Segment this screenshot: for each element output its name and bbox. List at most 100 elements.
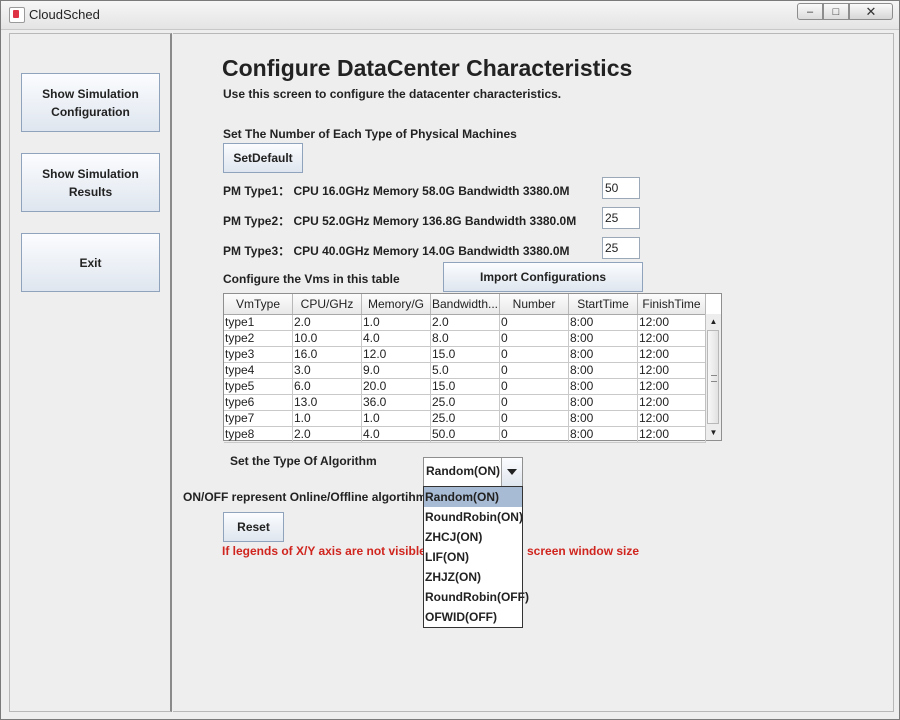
table-cell[interactable]: 15.0: [431, 379, 500, 395]
column-header[interactable]: Memory/G: [362, 294, 431, 314]
show-simulation-configuration-button[interactable]: Show Simulation Configuration: [21, 73, 160, 132]
table-cell[interactable]: 2.0: [293, 315, 362, 331]
table-cell[interactable]: 8:00: [569, 379, 638, 395]
table-cell[interactable]: 4.0: [362, 427, 431, 443]
column-header[interactable]: VmType: [224, 294, 293, 314]
dropdown-arrow-button[interactable]: [501, 458, 522, 486]
table-cell[interactable]: 4.0: [362, 331, 431, 347]
table-cell[interactable]: 12:00: [638, 315, 706, 331]
table-cell[interactable]: type2: [224, 331, 293, 347]
algorithm-select[interactable]: Random(ON): [423, 457, 523, 487]
table-cell[interactable]: 12:00: [638, 395, 706, 411]
table-cell[interactable]: 12:00: [638, 379, 706, 395]
table-cell[interactable]: 8:00: [569, 363, 638, 379]
table-cell[interactable]: 6.0: [293, 379, 362, 395]
table-cell[interactable]: 5.0: [431, 363, 500, 379]
pm-type3-count-field[interactable]: 25: [602, 237, 640, 259]
table-cell[interactable]: 10.0: [293, 331, 362, 347]
close-button[interactable]: ✕: [849, 3, 893, 20]
dropdown-option[interactable]: RoundRobin(ON): [424, 507, 523, 527]
table-cell[interactable]: 20.0: [362, 379, 431, 395]
table-cell[interactable]: 16.0: [293, 347, 362, 363]
column-header[interactable]: Number: [500, 294, 569, 314]
table-cell[interactable]: 12:00: [638, 347, 706, 363]
table-cell[interactable]: 0: [500, 395, 569, 411]
table-cell[interactable]: 12:00: [638, 331, 706, 347]
column-header[interactable]: FinishTime: [638, 294, 706, 314]
set-default-button[interactable]: SetDefault: [223, 143, 303, 173]
table-cell[interactable]: type1: [224, 315, 293, 331]
reset-button[interactable]: Reset: [223, 512, 284, 542]
table-cell[interactable]: 2.0: [293, 427, 362, 443]
table-cell[interactable]: type4: [224, 363, 293, 379]
dropdown-option[interactable]: OFWID(OFF): [424, 607, 522, 627]
scroll-down-icon[interactable]: ▼: [706, 425, 721, 440]
scroll-up-icon[interactable]: ▲: [706, 314, 721, 329]
table-cell[interactable]: 1.0: [362, 315, 431, 331]
table-cell[interactable]: 12:00: [638, 363, 706, 379]
dropdown-option[interactable]: ZHCJ(ON): [424, 527, 522, 547]
table-cell[interactable]: 8.0: [431, 331, 500, 347]
table-cell[interactable]: 0: [500, 363, 569, 379]
table-cell[interactable]: 25.0: [431, 395, 500, 411]
table-cell[interactable]: 0: [500, 347, 569, 363]
minimize-button[interactable]: –: [797, 3, 823, 20]
column-header[interactable]: StartTime: [569, 294, 638, 314]
table-cell[interactable]: 0: [500, 427, 569, 443]
table-row[interactable]: type5 6.0 20.0 15.0 0 8:00 12:00: [224, 379, 706, 395]
table-cell[interactable]: 8:00: [569, 315, 638, 331]
table-row[interactable]: type7 1.0 1.0 25.0 0 8:00 12:00: [224, 411, 706, 427]
dropdown-option[interactable]: Random(ON): [424, 487, 522, 507]
table-cell[interactable]: 0: [500, 315, 569, 331]
table-row[interactable]: type8 2.0 4.0 50.0 0 8:00 12:00: [224, 427, 706, 443]
table-cell[interactable]: type3: [224, 347, 293, 363]
table-cell[interactable]: 0: [500, 411, 569, 427]
table-cell[interactable]: 50.0: [431, 427, 500, 443]
pm-type1-count-field[interactable]: 50: [602, 177, 640, 199]
table-row[interactable]: type1 2.0 1.0 2.0 0 8:00 12:00: [224, 315, 706, 331]
button-label: Exit: [79, 255, 102, 270]
table-row[interactable]: type2 10.0 4.0 8.0 0 8:00 12:00: [224, 331, 706, 347]
table-cell[interactable]: 1.0: [362, 411, 431, 427]
table-row[interactable]: type6 13.0 36.0 25.0 0 8:00 12:00: [224, 395, 706, 411]
table-cell[interactable]: 1.0: [293, 411, 362, 427]
column-header[interactable]: CPU/GHz: [293, 294, 362, 314]
table-cell[interactable]: 2.0: [431, 315, 500, 331]
table-cell[interactable]: 3.0: [293, 363, 362, 379]
column-header[interactable]: Bandwidth...: [431, 294, 500, 314]
table-scrollbar[interactable]: ▲ ▼: [705, 314, 721, 440]
table-cell[interactable]: 36.0: [362, 395, 431, 411]
maximize-button[interactable]: □: [823, 3, 849, 20]
chevron-down-icon: [507, 469, 517, 475]
table-cell[interactable]: 15.0: [431, 347, 500, 363]
table-cell[interactable]: 12:00: [638, 411, 706, 427]
table-cell[interactable]: type8: [224, 427, 293, 443]
title-bar[interactable]: CloudSched – □ ✕: [1, 1, 899, 30]
table-cell[interactable]: 0: [500, 331, 569, 347]
table-cell[interactable]: 12:00: [638, 427, 706, 443]
table-cell[interactable]: 25.0: [431, 411, 500, 427]
table-row[interactable]: type3 16.0 12.0 15.0 0 8:00 12:00: [224, 347, 706, 363]
table-cell[interactable]: 8:00: [569, 427, 638, 443]
table-cell[interactable]: type7: [224, 411, 293, 427]
pm-type2-label: PM Type2： CPU 52.0GHz Memory 136.8G Band…: [223, 214, 577, 228]
dropdown-option[interactable]: RoundRobin(OFF): [424, 587, 529, 607]
table-cell[interactable]: 0: [500, 379, 569, 395]
table-cell[interactable]: 8:00: [569, 347, 638, 363]
dropdown-option[interactable]: LIF(ON): [424, 547, 522, 567]
import-configurations-button[interactable]: Import Configurations: [443, 262, 643, 292]
show-simulation-results-button[interactable]: Show Simulation Results: [21, 153, 160, 212]
table-cell[interactable]: type5: [224, 379, 293, 395]
table-cell[interactable]: 13.0: [293, 395, 362, 411]
exit-button[interactable]: Exit: [21, 233, 160, 292]
table-cell[interactable]: 8:00: [569, 395, 638, 411]
table-cell[interactable]: 8:00: [569, 331, 638, 347]
table-cell[interactable]: 8:00: [569, 411, 638, 427]
pm-type2-count-field[interactable]: 25: [602, 207, 640, 229]
table-cell[interactable]: 12.0: [362, 347, 431, 363]
table-cell[interactable]: 9.0: [362, 363, 431, 379]
scroll-thumb[interactable]: [707, 330, 719, 424]
dropdown-option[interactable]: ZHJZ(ON): [424, 567, 522, 587]
table-cell[interactable]: type6: [224, 395, 293, 411]
table-row[interactable]: type4 3.0 9.0 5.0 0 8:00 12:00: [224, 363, 706, 379]
